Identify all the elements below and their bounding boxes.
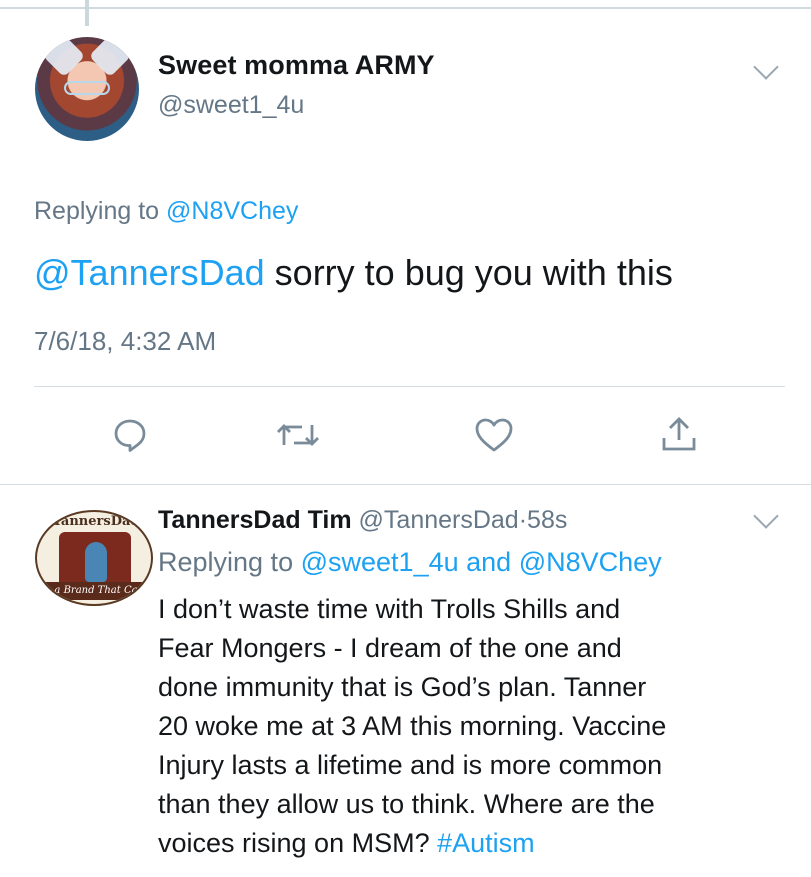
reply-text-fragment: voices rising on MSM? — [158, 828, 438, 858]
replying-to: Replying to @N8VChey — [34, 197, 298, 226]
reply-text-line: 20 woke me at 3 AM this morning. Vaccine — [158, 711, 667, 741]
thread-connector-line — [85, 0, 89, 26]
reply-text-line: voices rising on MSM? #Autism — [158, 824, 798, 863]
like-icon[interactable] — [472, 413, 516, 457]
separator: · — [518, 506, 528, 534]
mention-link[interactable]: @TannersDad — [34, 252, 265, 293]
author-name[interactable]: Sweet momma ARMY — [158, 50, 435, 81]
top-divider — [0, 7, 811, 9]
author-handle[interactable]: @sweet1_4u — [158, 91, 304, 120]
replying-to: Replying to @sweet1_4u and @N8VChey — [158, 547, 662, 578]
chevron-down-icon[interactable] — [753, 54, 779, 80]
chevron-down-icon[interactable] — [753, 503, 779, 529]
tweet-body: sorry to bug you with this — [264, 252, 673, 293]
replying-to-and: and — [466, 547, 512, 577]
avatar[interactable] — [35, 37, 139, 141]
reply-text-line: Injury lasts a lifetime and is more comm… — [158, 750, 663, 780]
reply-text-line: than they allow us to think. Where are t… — [158, 789, 655, 819]
reply-text-line: Fear Mongers - I dream of the one and — [158, 633, 622, 663]
time-ago[interactable]: 58s — [527, 506, 567, 534]
replying-to-label: Replying to — [34, 197, 160, 225]
share-icon[interactable] — [657, 413, 701, 457]
hashtag-link[interactable]: #Autism — [437, 828, 535, 858]
author-handle[interactable]: @TannersDad — [359, 506, 519, 534]
filter-ear-left — [42, 37, 86, 78]
replying-to-label: Replying to — [158, 547, 294, 577]
reply-text: I don’t waste time with Trolls Shills an… — [158, 590, 798, 863]
avatar-logo-text: TannersDad — [52, 514, 140, 529]
avatar-glasses — [64, 81, 110, 95]
replying-to-handle[interactable]: @sweet1_4u — [301, 547, 459, 577]
avatar[interactable]: TannersDad a Brand That Ca — [35, 510, 153, 606]
reply-icon[interactable] — [108, 413, 152, 457]
reply-header: TannersDad Tim @TannersDad·58s — [158, 506, 567, 535]
replying-to-handle[interactable]: @N8VChey — [519, 547, 662, 577]
reply-text-line: done immunity that is God’s plan. Tanner — [158, 672, 647, 702]
timestamp[interactable]: 7/6/18, 4:32 AM — [34, 326, 216, 357]
reply-text-line: I don’t waste time with Trolls Shills an… — [158, 594, 621, 624]
tweet-text: @TannersDad sorry to bug you with this — [34, 252, 673, 294]
avatar-banner: a Brand That Ca — [37, 582, 151, 600]
filter-ear-right — [88, 37, 132, 78]
divider — [34, 386, 785, 387]
author-name[interactable]: TannersDad Tim — [158, 506, 352, 534]
divider — [0, 484, 811, 485]
avatar-person — [85, 542, 107, 582]
replying-to-handle[interactable]: @N8VChey — [166, 197, 298, 225]
retweet-icon[interactable] — [276, 413, 320, 457]
